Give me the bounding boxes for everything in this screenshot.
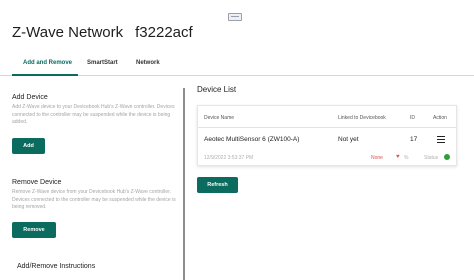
remove-device-description: Remove Z-Wave device from your Deviceboo…: [12, 189, 176, 210]
add-remove-panel: Add Device Add Z-Wave device to your Dev…: [0, 77, 183, 280]
device-linked-status: Not yet: [338, 136, 359, 143]
add-device-description: Add Z-Wave device to your Devicebook Hub…: [12, 104, 175, 125]
panel-divider: [183, 88, 185, 280]
tab-add-and-remove[interactable]: Add and Remove: [23, 60, 72, 66]
header-divider: [198, 127, 456, 128]
tab-bar: Add and Remove SmartStart Network: [0, 56, 474, 76]
heart-icon: ♥: [396, 154, 400, 160]
add-button[interactable]: Add: [12, 138, 45, 154]
tab-network[interactable]: Network: [136, 60, 160, 66]
status-dot-icon: [444, 154, 450, 160]
add-device-title: Add Device: [12, 94, 48, 101]
window-restore-icon[interactable]: [228, 13, 242, 21]
active-tab-indicator: [12, 74, 78, 76]
instructions-title: Add/Remove Instructions: [17, 263, 96, 270]
device-name[interactable]: Aeotec MultiSensor 6 (ZW100-A): [204, 136, 299, 143]
device-timestamp: 12/9/2022 3:53:37 PM: [204, 155, 254, 161]
hub-id: f3222acf: [135, 24, 193, 41]
tab-smartstart[interactable]: SmartStart: [87, 60, 118, 66]
health-value: %: [404, 155, 409, 161]
remove-device-title: Remove Device: [12, 179, 62, 186]
column-device-name: Device Name: [204, 115, 235, 121]
security-badge: None: [371, 155, 383, 161]
device-id: 17: [410, 136, 418, 143]
network-title: Z-Wave Network: [12, 24, 124, 41]
column-linked: Linked to Devicebook: [338, 115, 386, 121]
column-id: ID: [410, 115, 415, 121]
remove-button[interactable]: Remove: [12, 222, 56, 238]
status-label: Status: [424, 155, 439, 161]
column-action: Action: [433, 115, 447, 121]
device-list-title: Device List: [197, 85, 237, 94]
refresh-button[interactable]: Refresh: [197, 177, 238, 193]
device-table: Device Name Linked to Devicebook ID Acti…: [197, 105, 457, 166]
page-title: Z-Wave Network f3222acf: [12, 24, 193, 41]
menu-icon[interactable]: [437, 136, 445, 143]
